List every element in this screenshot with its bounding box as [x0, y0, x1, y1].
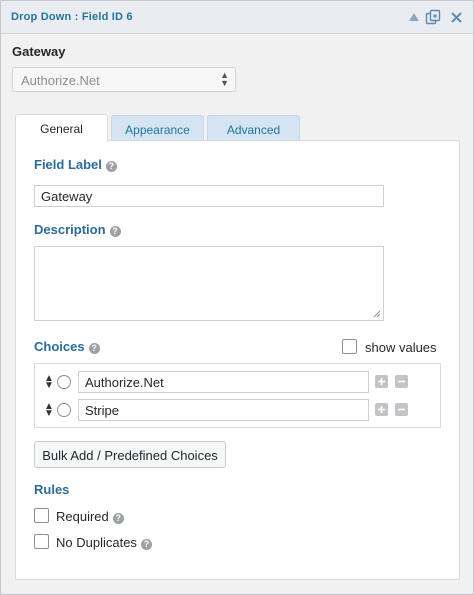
gateway-select[interactable]: Authorize.Net ▲ ▼	[12, 67, 236, 92]
field-name: Gateway	[12, 44, 66, 59]
tab-advanced[interactable]: Advanced	[207, 115, 300, 142]
choice-default-radio[interactable]	[57, 375, 71, 389]
plus-icon[interactable]	[375, 375, 388, 388]
help-icon[interactable]: ?	[88, 343, 100, 354]
required-label-text: Required	[56, 509, 109, 524]
tab-advanced-label: Advanced	[226, 123, 281, 137]
description-heading: Description?	[34, 222, 121, 237]
triangle-up-icon[interactable]	[406, 9, 422, 25]
choices-heading: Choices?	[34, 339, 100, 354]
choice-input[interactable]: Stripe	[78, 399, 369, 421]
choice-value: Authorize.Net	[85, 375, 164, 390]
choice-row: ▲ ▼ Stripe	[35, 399, 442, 423]
field-label-heading-text: Field Label	[34, 157, 102, 172]
plus-icon[interactable]	[375, 403, 388, 416]
required-checkbox[interactable]	[34, 508, 49, 523]
tab-appearance-label: Appearance	[125, 123, 190, 137]
field-settings-panel: Drop Down : Field ID 6 Gateway Authorize…	[0, 0, 474, 595]
field-label-input-value: Gateway	[41, 189, 93, 204]
help-icon[interactable]: ?	[105, 161, 117, 172]
choice-input[interactable]: Authorize.Net	[78, 371, 369, 393]
choices-list: ▲ ▼ Authorize.Net ▲ ▼ Stripe	[34, 363, 441, 428]
minus-icon[interactable]	[395, 403, 408, 416]
no-duplicates-label-text: No Duplicates	[56, 535, 137, 550]
show-values-checkbox[interactable]	[342, 339, 357, 354]
bulk-add-button[interactable]: Bulk Add / Predefined Choices	[34, 441, 226, 468]
choice-row: ▲ ▼ Authorize.Net	[35, 371, 442, 395]
field-title: Drop Down : Field ID 6	[11, 11, 133, 23]
resize-grip-icon[interactable]	[373, 310, 381, 318]
select-arrows-icon: ▲ ▼	[220, 70, 229, 88]
help-icon[interactable]: ?	[109, 226, 121, 237]
minus-icon[interactable]	[395, 375, 408, 388]
choices-heading-text: Choices	[34, 339, 85, 354]
tab-appearance[interactable]: Appearance	[111, 115, 204, 142]
description-heading-text: Description	[34, 222, 106, 237]
gateway-select-value: Authorize.Net	[21, 73, 100, 88]
field-label-heading: Field Label?	[34, 157, 117, 172]
no-duplicates-label: No Duplicates?	[56, 535, 152, 550]
rules-heading: Rules	[34, 482, 70, 497]
choice-value: Stripe	[85, 403, 119, 418]
tab-general-label: General	[40, 122, 83, 136]
no-duplicates-checkbox[interactable]	[34, 534, 49, 549]
sort-arrows-icon[interactable]: ▲ ▼	[44, 374, 54, 391]
required-label: Required?	[56, 509, 124, 524]
sort-arrows-icon[interactable]: ▲ ▼	[44, 402, 54, 419]
duplicate-icon[interactable]	[425, 9, 441, 25]
close-icon[interactable]	[448, 9, 464, 25]
field-label-input[interactable]: Gateway	[34, 185, 384, 207]
help-icon[interactable]: ?	[140, 539, 152, 550]
choice-default-radio[interactable]	[57, 403, 71, 417]
tab-general[interactable]: General	[15, 114, 108, 142]
show-values-label: show values	[365, 340, 437, 355]
field-titlebar: Drop Down : Field ID 6	[1, 1, 473, 34]
help-icon[interactable]: ?	[112, 513, 124, 524]
description-textarea[interactable]	[34, 246, 384, 321]
